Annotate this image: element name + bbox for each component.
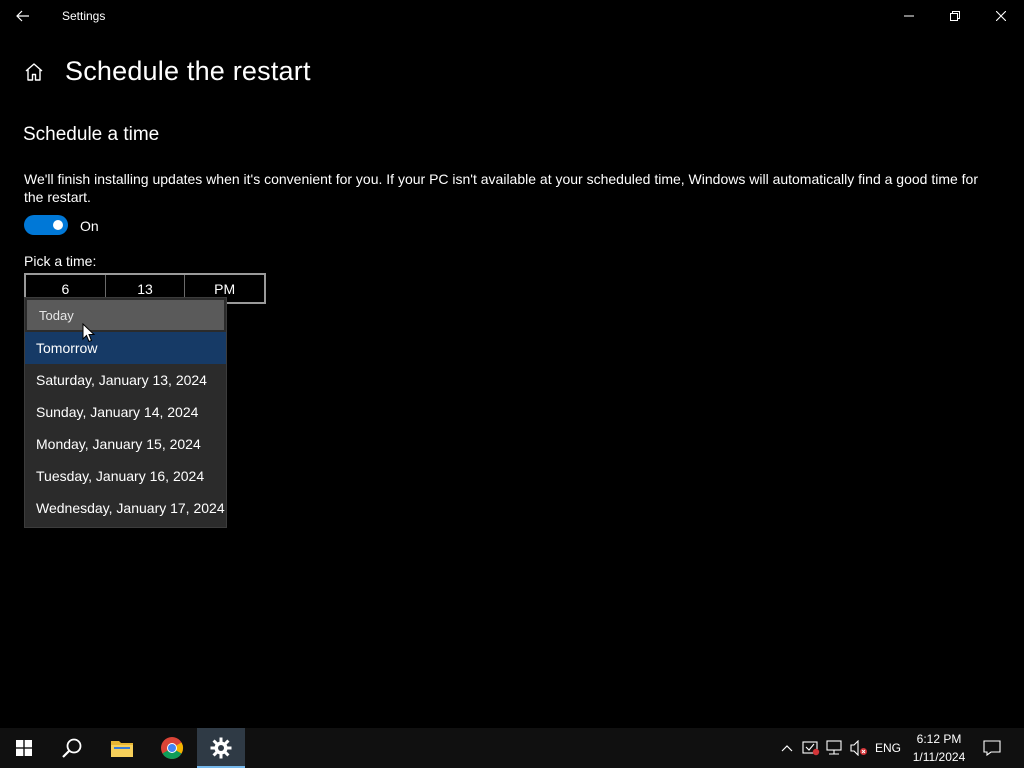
date-option[interactable]: Monday, January 15, 2024: [25, 428, 226, 460]
minimize-button[interactable]: [886, 0, 932, 32]
windows-logo-icon: [16, 740, 32, 756]
network-icon: [826, 740, 842, 755]
clock[interactable]: 6:12 PM 1/11/2024: [906, 728, 972, 768]
date-option-today[interactable]: Today: [27, 300, 224, 330]
close-icon: [996, 11, 1006, 21]
pick-time-label: Pick a time:: [24, 253, 97, 269]
minimize-icon: [904, 15, 914, 17]
start-button[interactable]: [0, 728, 48, 768]
toggle-state-label: On: [80, 218, 99, 234]
title-bar: Settings: [0, 0, 1024, 32]
section-title: Schedule a time: [23, 124, 160, 145]
close-button[interactable]: [978, 0, 1024, 32]
gear-icon: [210, 737, 232, 759]
description-text: We'll finish installing updates when it'…: [24, 171, 979, 205]
chrome-button[interactable]: [148, 728, 196, 768]
notification-icon: [983, 740, 1001, 756]
date-option[interactable]: Sunday, January 14, 2024: [25, 396, 226, 428]
date-option[interactable]: Saturday, January 13, 2024: [25, 364, 226, 396]
security-tray-icon-button[interactable]: [800, 728, 822, 768]
toggle-knob: [53, 220, 63, 230]
file-explorer-button[interactable]: [98, 728, 146, 768]
clock-time: 6:12 PM: [916, 732, 962, 746]
network-tray-button[interactable]: [824, 728, 846, 768]
show-hidden-icons-button[interactable]: [776, 728, 798, 768]
notifications-button[interactable]: [978, 728, 1006, 768]
mouse-cursor-icon: [82, 323, 96, 343]
search-button[interactable]: [48, 728, 96, 768]
volume-muted-icon: [850, 740, 867, 756]
chrome-icon: [161, 737, 183, 759]
restore-button[interactable]: [932, 0, 978, 32]
schedule-toggle[interactable]: [24, 215, 68, 235]
back-arrow-icon: [16, 10, 29, 22]
back-button[interactable]: [0, 0, 46, 32]
page-title: Schedule the restart: [65, 56, 311, 86]
home-icon[interactable]: [23, 61, 45, 83]
security-alert-icon: [802, 741, 820, 756]
date-dropdown: Today Tomorrow Saturday, January 13, 202…: [24, 297, 227, 528]
search-icon: [62, 738, 82, 758]
taskbar: ENG 6:12 PM 1/11/2024: [0, 728, 1024, 768]
volume-tray-button[interactable]: [848, 728, 870, 768]
date-option-tomorrow[interactable]: Tomorrow: [25, 332, 226, 364]
settings-taskbar-button[interactable]: [197, 728, 245, 768]
window-title: Settings: [62, 9, 106, 23]
folder-icon: [111, 741, 133, 757]
date-option[interactable]: Wednesday, January 17, 2024: [25, 492, 226, 524]
clock-date: 1/11/2024: [912, 750, 966, 764]
language-indicator[interactable]: ENG: [872, 728, 904, 768]
restore-icon: [950, 11, 960, 21]
date-option[interactable]: Tuesday, January 16, 2024: [25, 460, 226, 492]
chevron-up-icon: [781, 745, 793, 752]
